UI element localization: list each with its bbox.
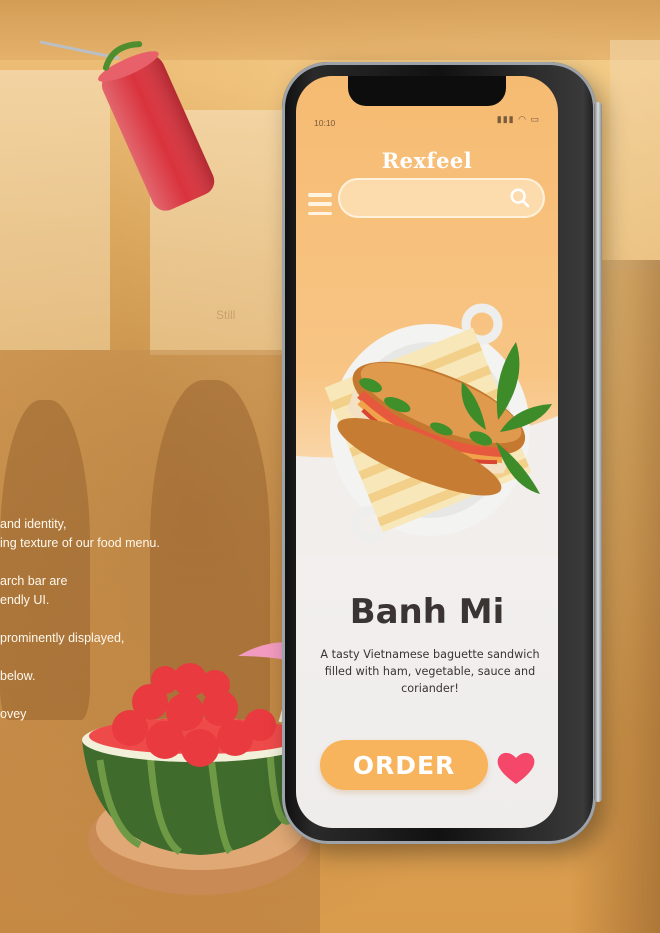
menu-bar (308, 202, 332, 206)
app-logo: Rexfeel (381, 148, 473, 173)
search-input[interactable] (352, 180, 516, 218)
phone-side-edge (594, 102, 602, 802)
description-line (0, 610, 220, 629)
menu-bar (308, 193, 332, 197)
watermelon-smoothie-image (40, 40, 215, 211)
search-bar[interactable] (338, 178, 545, 218)
description-line: endly UI. (0, 593, 50, 607)
heart-icon[interactable] (496, 748, 536, 788)
description-line: and identity, (0, 517, 67, 531)
dish-description: A tasty Vietnamese baguette sandwich fil… (320, 648, 540, 695)
status-time: 10:10 (314, 118, 336, 128)
app-screen: 10:10 ▮▮▮ ◠ ▭ Rexfeel Banh Mi A tasty Vi… (296, 76, 558, 828)
description-line (0, 553, 220, 572)
order-button[interactable]: ORDER (320, 740, 488, 790)
menu-bar (308, 211, 332, 215)
cloth-label: Still (216, 308, 236, 322)
description-line: arch bar are (0, 574, 68, 588)
status-signal-wifi-battery-icon: ▮▮▮ ◠ ▭ (496, 114, 540, 124)
background-photo: Still and identity, ing texture of our f… (0, 0, 660, 933)
description-line: ing texture of our food menu. (0, 536, 160, 550)
phone-mockup: 10:10 ▮▮▮ ◠ ▭ Rexfeel Banh Mi A tasty Vi… (282, 62, 602, 844)
hamburger-menu-button[interactable] (308, 190, 332, 218)
hanging-cloth (610, 40, 660, 270)
banh-mi-image (324, 303, 552, 543)
dish-title: Banh Mi (349, 592, 505, 632)
search-icon[interactable] (509, 187, 531, 209)
phone-notch (348, 76, 506, 106)
